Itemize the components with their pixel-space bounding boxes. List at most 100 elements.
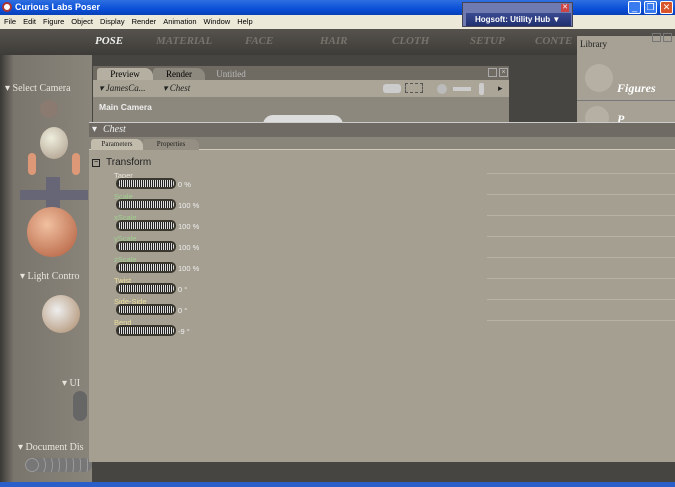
tab-parameters[interactable]: Parameters [91, 139, 143, 150]
render-icon[interactable] [383, 84, 401, 93]
trackball-icon[interactable] [27, 207, 77, 257]
window-title: Curious Labs Poser [15, 2, 101, 12]
tab-setup[interactable]: SETUP [470, 35, 505, 47]
hub-dropdown-icon[interactable]: ▼ [552, 15, 560, 24]
library-close-icon[interactable] [663, 33, 672, 42]
param-label: Side-Side [114, 297, 147, 306]
ui-memory-dots-icon[interactable] [73, 391, 87, 421]
param-dial[interactable] [118, 201, 174, 208]
collapse-arrow-icon[interactable]: ▾ [92, 123, 97, 137]
head-camera-icon[interactable] [40, 127, 68, 159]
scale-icon[interactable] [479, 83, 484, 95]
divider [487, 278, 675, 279]
display-style-buttons-icon[interactable] [25, 458, 92, 472]
menu-file[interactable]: File [4, 15, 16, 29]
group-label: Transform [106, 157, 152, 168]
rotate-icon[interactable] [437, 84, 447, 94]
light-sphere-icon[interactable] [42, 295, 80, 333]
select-camera-text: Select Camera [12, 83, 71, 94]
param-label: yScale [114, 234, 137, 243]
camera-menu[interactable]: ▾ JamesCa... [99, 80, 146, 97]
camera-label: Main Camera [99, 102, 152, 112]
param-value[interactable]: 0 % [178, 180, 191, 189]
divider [487, 194, 675, 195]
param-label: zScale [114, 255, 137, 264]
divider [487, 236, 675, 237]
param-value[interactable]: 0 ° [178, 285, 187, 294]
menu-object[interactable]: Object [71, 15, 93, 29]
tab-properties[interactable]: Properties [143, 139, 199, 150]
tab-cloth[interactable]: CLOTH [392, 35, 429, 47]
tab-pose[interactable]: POSE [95, 35, 123, 47]
title-bar: Curious Labs Poser [0, 0, 675, 15]
param-dial[interactable] [118, 327, 174, 334]
translate-icon[interactable] [453, 87, 471, 91]
library-title: Library [580, 39, 607, 49]
param-dial[interactable] [118, 180, 174, 187]
divider [487, 215, 675, 216]
actor-menu-text: Chest [169, 83, 191, 93]
select-camera-label[interactable]: ▾ Select Camera [5, 83, 71, 94]
menu-window[interactable]: Window [204, 15, 231, 29]
param-value[interactable]: 100 % [178, 201, 199, 210]
preview-window: Preview Render Untitled × ▾ JamesCa... ▾… [93, 66, 509, 125]
tab-face[interactable]: FACE [245, 35, 273, 47]
menu-edit[interactable]: Edit [23, 15, 36, 29]
document-display-label[interactable]: ▾ Document Dis [18, 442, 84, 453]
palette-title: Chest [103, 124, 126, 135]
param-dial[interactable] [118, 222, 174, 229]
menu-render[interactable]: Render [132, 15, 157, 29]
group-collapse-icon[interactable]: − [92, 159, 100, 167]
maximize-button[interactable]: ❐ [644, 1, 657, 14]
utility-hub: ✕ Hogsoft: Utility Hub ▼ [462, 2, 573, 27]
library-panel: Library Figures P [577, 33, 675, 130]
ui-label[interactable]: ▾ UI [62, 378, 80, 389]
figures-icon [585, 64, 613, 92]
camera-menu-text: JamesCa... [105, 83, 146, 93]
right-hand-camera-icon[interactable] [72, 153, 80, 175]
param-label: Taper [114, 171, 133, 180]
tab-content[interactable]: CONTE [535, 35, 572, 47]
left-panel: ▾ Select Camera ▾ Light Contro ▾ UI ▾ Do… [0, 55, 92, 485]
param-value[interactable]: 100 % [178, 264, 199, 273]
divider [487, 257, 675, 258]
expand-icon[interactable] [488, 68, 497, 77]
left-hand-camera-icon[interactable] [28, 153, 36, 175]
more-arrow-icon[interactable]: ▸ [498, 80, 503, 97]
param-value[interactable]: -9 ° [178, 327, 190, 336]
tab-render[interactable]: Render [153, 68, 205, 80]
param-dial[interactable] [118, 264, 174, 271]
library-pin-icon[interactable] [652, 33, 661, 42]
tab-preview[interactable]: Preview [97, 68, 153, 80]
menu-animation[interactable]: Animation [163, 15, 196, 29]
hub-bar[interactable]: Hogsoft: Utility Hub ▼ [466, 13, 571, 26]
hub-close-icon[interactable]: ✕ [561, 4, 569, 12]
param-value[interactable]: 100 % [178, 222, 199, 231]
light-controls-label[interactable]: ▾ Light Contro [20, 271, 79, 282]
area-render-icon[interactable] [405, 83, 423, 93]
preview-close-icon[interactable]: × [499, 68, 508, 77]
menu-figure[interactable]: Figure [43, 15, 64, 29]
tab-material[interactable]: MATERIAL [156, 35, 212, 47]
actor-menu[interactable]: ▾ Chest [163, 80, 190, 97]
param-dial[interactable] [118, 306, 174, 313]
menu-help[interactable]: Help [237, 15, 252, 29]
menu-display[interactable]: Display [100, 15, 125, 29]
taskbar [0, 482, 675, 487]
room-tabs: POSE MATERIAL FACE HAIR CLOTH SETUP CONT… [0, 29, 675, 55]
param-value[interactable]: 100 % [178, 243, 199, 252]
divider [487, 299, 675, 300]
document-title: Untitled [216, 69, 246, 79]
param-label: Bend [114, 318, 132, 327]
close-button[interactable]: ✕ [660, 1, 673, 14]
minimize-button[interactable]: _ [628, 1, 641, 14]
param-value[interactable]: 0 ° [178, 306, 187, 315]
menu-bar: File Edit Figure Object Display Render A… [0, 15, 675, 29]
divider [487, 173, 675, 174]
library-figures[interactable]: Figures [617, 81, 656, 96]
param-dial[interactable] [118, 243, 174, 250]
tab-hair[interactable]: HAIR [320, 35, 348, 47]
param-dial[interactable] [118, 285, 174, 292]
parameters-palette: ▾ Chest Parameters Properties − Transform… [89, 122, 675, 462]
face-camera-icon[interactable] [40, 100, 58, 118]
